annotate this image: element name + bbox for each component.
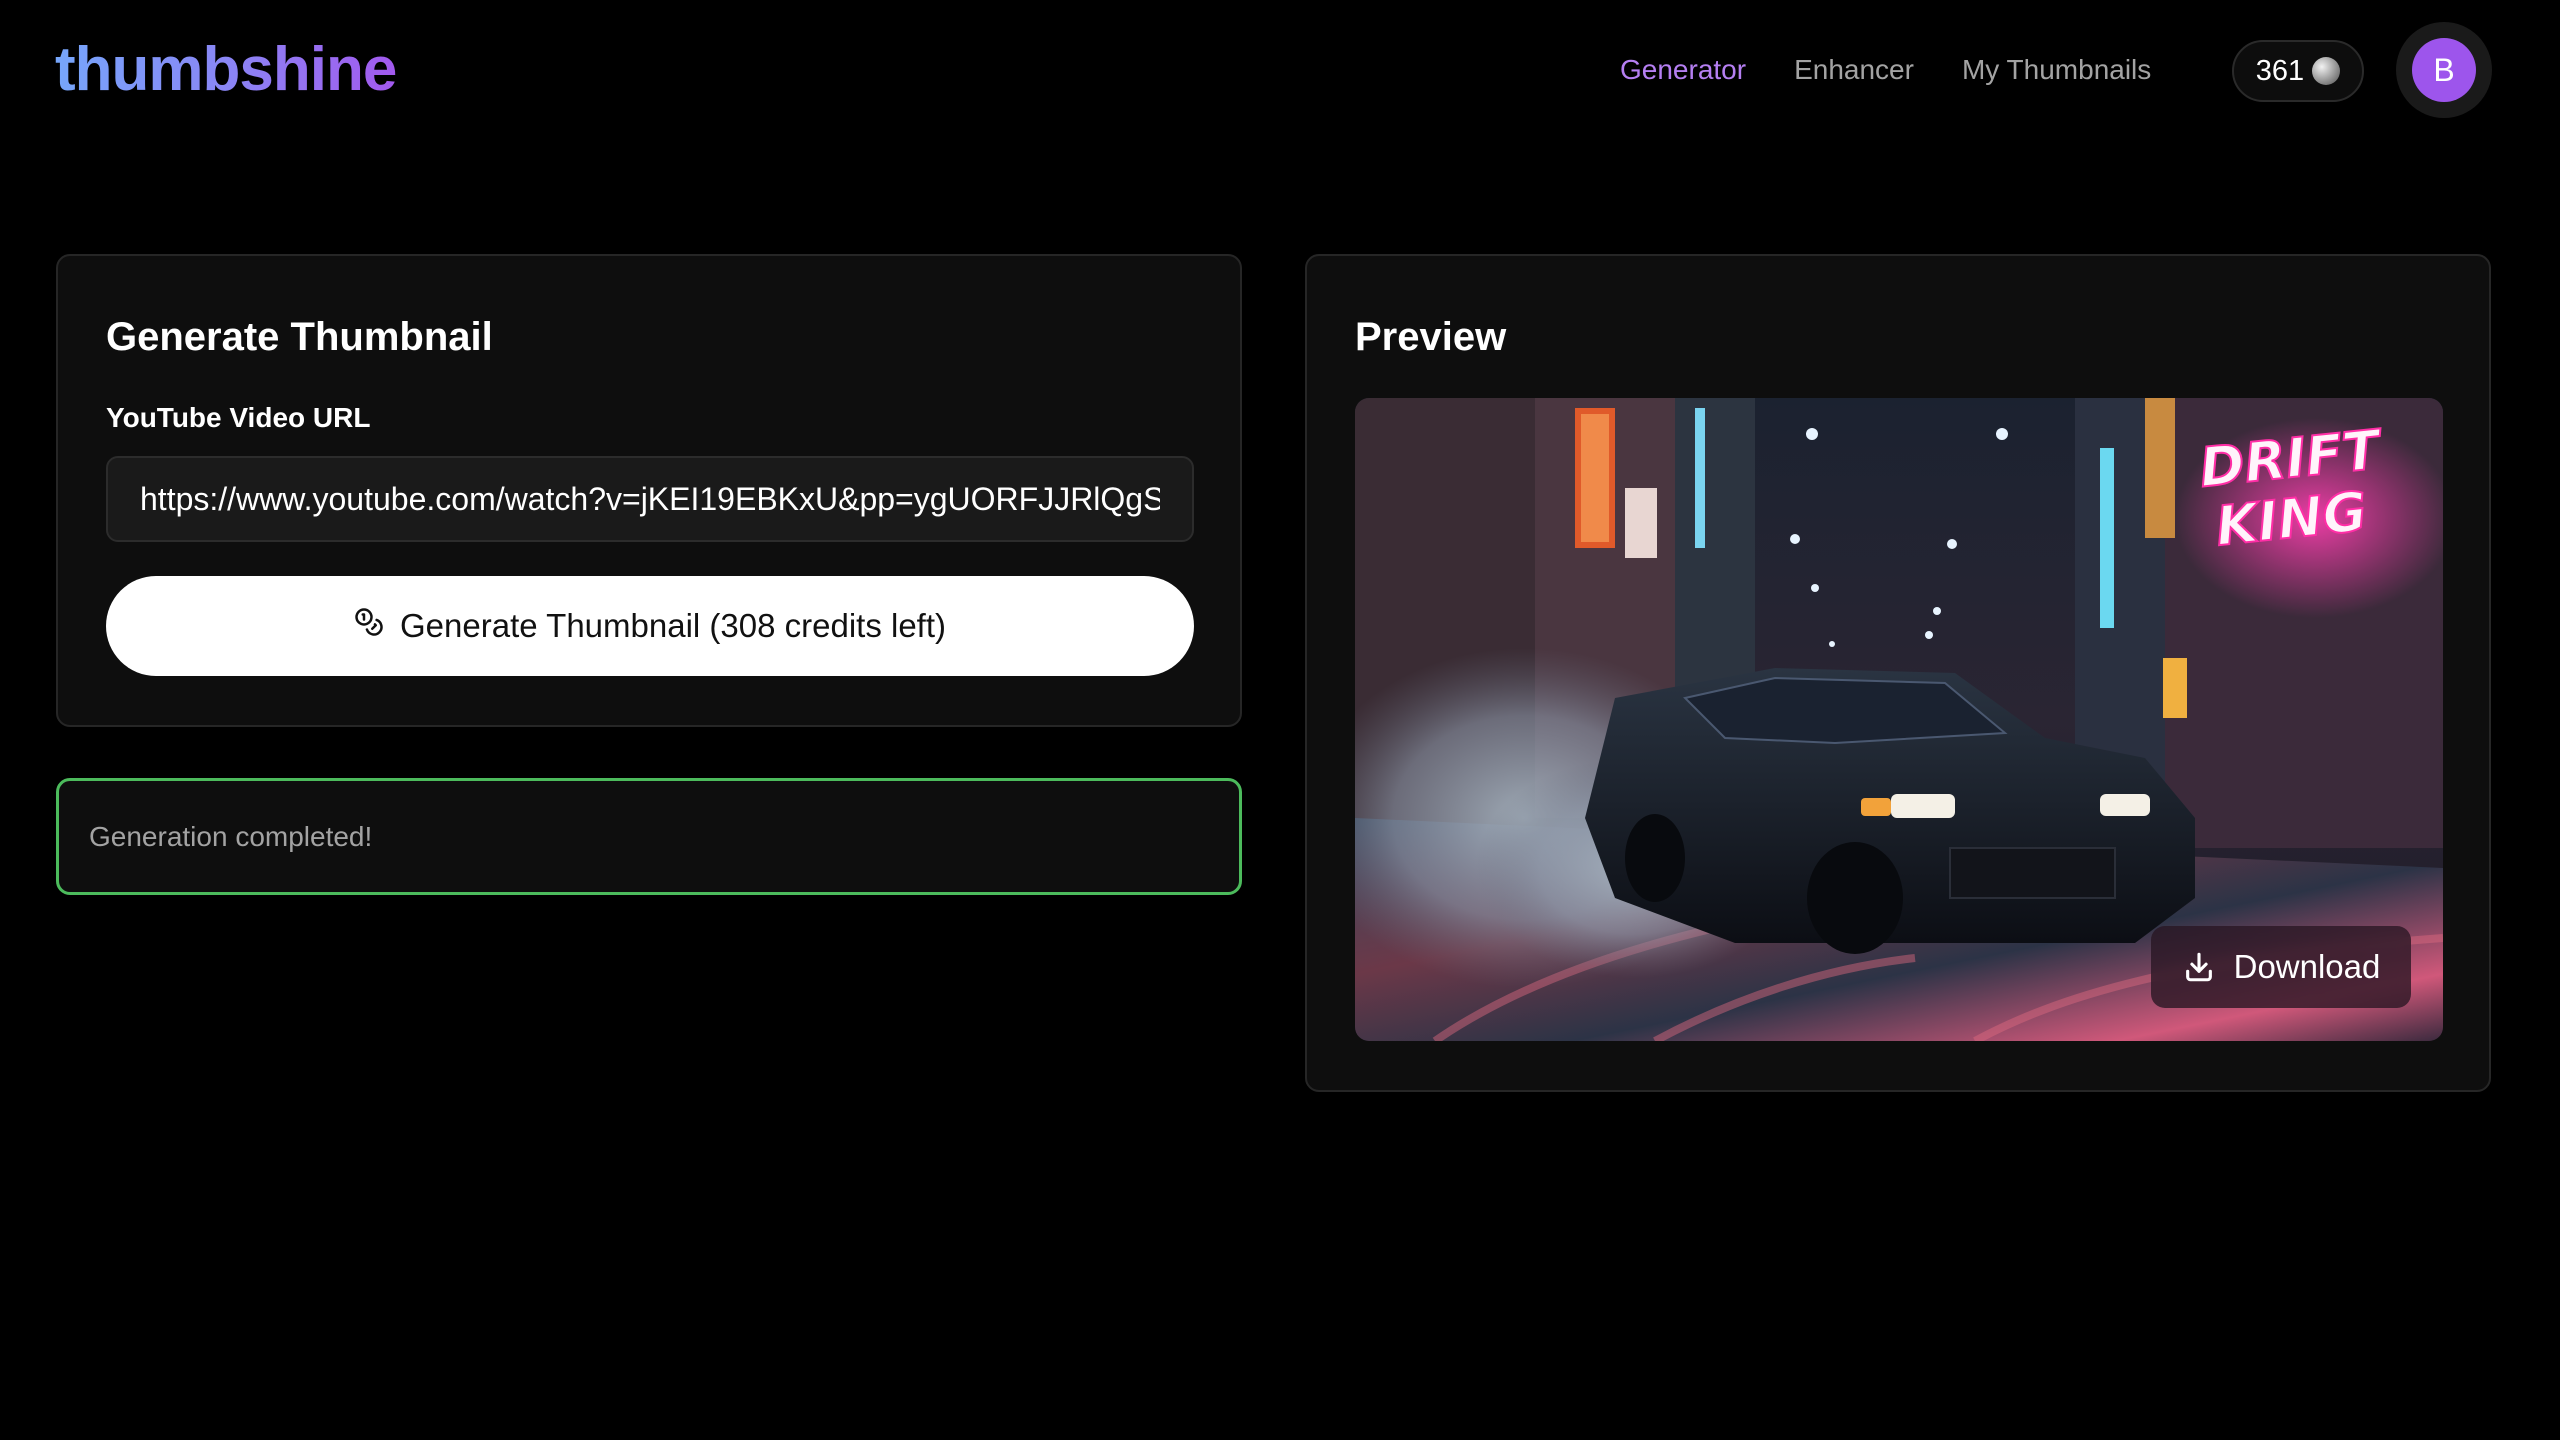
generate-button-label: Generate Thumbnail (308 credits left) [400,607,946,644]
generate-thumbnail-button[interactable]: Generate Thumbnail (308 credits left) [106,576,1194,676]
drift-king-sign: DRIFT KING [2196,417,2388,560]
logo[interactable]: thumbshine [55,30,397,110]
coin-icon [2312,57,2341,85]
youtube-url-input[interactable] [106,456,1194,542]
credits-count: 361 [2255,54,2305,87]
download-label: Download [2233,948,2381,985]
status-text: Generation completed! [89,820,373,852]
avatar-button[interactable]: B [2396,22,2492,118]
url-field-label: YouTube Video URL [106,402,371,433]
generate-card: Generate Thumbnail YouTube Video URL Gen… [56,254,1242,727]
status-message: Generation completed! [56,778,1242,895]
nav-generator[interactable]: Generator [1620,50,1746,90]
top-header: thumbshine Generator Enhancer My Thumbna… [0,0,2560,142]
generate-card-title: Generate Thumbnail [106,315,493,359]
download-button[interactable]: Download [2151,926,2411,1008]
nav-enhancer[interactable]: Enhancer [1794,50,1914,90]
credits-badge[interactable]: 361 [2232,40,2364,102]
main-nav: Generator Enhancer My Thumbnails [1620,50,2151,90]
preview-card: Preview DRIFT KING Download [1305,254,2491,1092]
thumbnail-preview-image: DRIFT KING Download [1355,398,2443,1041]
preview-title: Preview [1355,315,1507,359]
download-icon [2182,950,2216,984]
nav-my-thumbnails[interactable]: My Thumbnails [1962,50,2151,90]
avatar-initial: B [2433,51,2455,88]
avatar: B [2412,38,2476,102]
coins-icon [354,607,384,645]
